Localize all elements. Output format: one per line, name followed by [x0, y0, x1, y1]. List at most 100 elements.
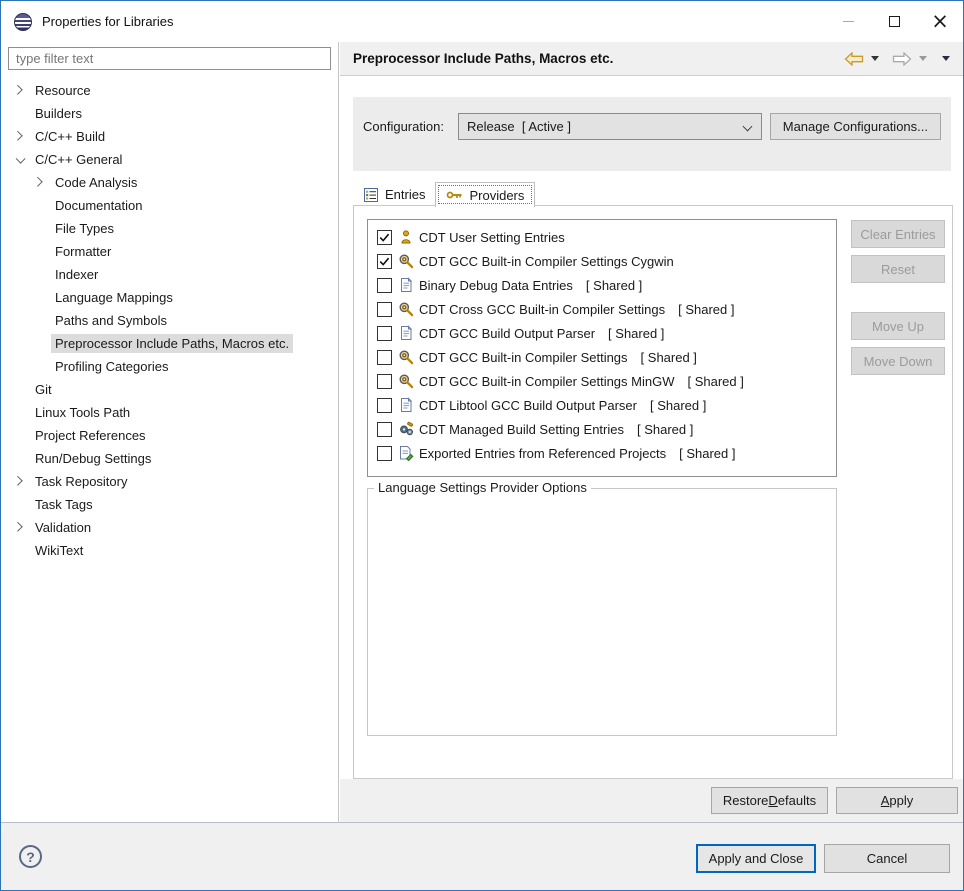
document-icon	[398, 277, 414, 293]
tree-item[interactable]: Git	[1, 378, 337, 401]
checkbox-unchecked-icon[interactable]	[377, 445, 392, 461]
tree-item[interactable]: WikiText	[1, 539, 337, 562]
tab-entries-label: Entries	[385, 187, 426, 202]
shared-badge: [ Shared ]	[687, 373, 744, 389]
restore-defaults-button[interactable]: Restore Defaults	[711, 787, 828, 814]
filter-input[interactable]	[8, 47, 331, 70]
forward-history-dropdown-icon[interactable]	[919, 56, 927, 61]
provider-row[interactable]: CDT Libtool GCC Build Output Parser [ Sha…	[368, 393, 836, 417]
provider-label: CDT GCC Build Output Parser	[419, 325, 596, 341]
providers-tab-pane: CDT User Setting Entries CDT GCC Built-in…	[353, 205, 953, 779]
provider-row[interactable]: Binary Debug Data Entries [ Shared ]	[368, 273, 836, 297]
provider-row[interactable]: CDT GCC Built-in Compiler Settings MinGW…	[368, 369, 836, 393]
provider-label: Exported Entries from Referenced Project…	[419, 445, 667, 461]
minimize-icon	[842, 21, 854, 22]
provider-row[interactable]: CDT Managed Build Setting Entries [ Share…	[368, 417, 836, 441]
tab-providers[interactable]: Providers	[435, 182, 536, 207]
checkbox-unchecked-icon[interactable]	[377, 421, 392, 437]
shared-badge: [ Shared ]	[678, 301, 735, 317]
chevron-right-icon[interactable]	[12, 130, 23, 141]
tree-item[interactable]: Task Repository	[1, 470, 337, 493]
tree-item[interactable]: Documentation	[1, 194, 337, 217]
tree-item[interactable]: File Types	[1, 217, 337, 240]
checkbox-unchecked-icon[interactable]	[377, 397, 392, 413]
tab-entries[interactable]: Entries	[353, 183, 435, 206]
apply-and-close-button[interactable]: Apply and Close	[696, 844, 816, 873]
tree-item[interactable]: Task Tags	[1, 493, 337, 516]
close-icon: ×	[931, 9, 949, 33]
tree-item[interactable]: C/C++ Build	[1, 125, 337, 148]
magnifier-icon	[398, 253, 414, 269]
shared-badge: [ Shared ]	[608, 325, 665, 341]
tree-item-label: Resource	[35, 83, 91, 98]
tree-item[interactable]: Profiling Categories	[1, 355, 337, 378]
tree-item[interactable]: Language Mappings	[1, 286, 337, 309]
tree-item[interactable]: Indexer	[1, 263, 337, 286]
provider-label: CDT Cross GCC Built-in Compiler Settings	[419, 301, 666, 317]
shared-badge: [ Shared ]	[636, 421, 694, 437]
checkbox-checked-icon[interactable]	[377, 229, 392, 245]
chevron-down-icon[interactable]	[15, 153, 26, 164]
provider-row[interactable]: CDT User Setting Entries	[368, 225, 836, 249]
tab-bar: Entries Providers	[353, 182, 536, 207]
dialog-button-bar: ? Apply and Close Cancel	[1, 822, 963, 890]
configuration-combo[interactable]: Release [ Active ]	[457, 113, 762, 140]
move-down-button[interactable]: Move Down	[851, 347, 945, 375]
move-up-button[interactable]: Move Up	[851, 312, 945, 340]
user-icon	[398, 229, 414, 245]
provider-row[interactable]: Exported Entries from Referenced Project…	[368, 441, 836, 465]
tree-expander	[12, 521, 31, 532]
magnifier-icon	[398, 349, 414, 365]
checkbox-unchecked-icon[interactable]	[377, 373, 392, 389]
tree-item[interactable]: Preprocessor Include Paths, Macros etc.	[1, 332, 337, 355]
clear-entries-button[interactable]: Clear Entries	[851, 220, 945, 248]
chevron-right-icon[interactable]	[12, 475, 23, 486]
provider-label: CDT GCC Built-in Compiler Settings	[419, 349, 628, 365]
tree-item[interactable]: Run/Debug Settings	[1, 447, 337, 470]
help-button[interactable]: ?	[19, 845, 42, 868]
provider-row[interactable]: CDT Cross GCC Built-in Compiler Settings…	[368, 297, 836, 321]
chevron-right-icon[interactable]	[12, 521, 23, 532]
tree-item[interactable]: Paths and Symbols	[1, 309, 337, 332]
tree-item[interactable]: Validation	[1, 516, 337, 539]
cancel-button[interactable]: Cancel	[824, 844, 950, 873]
reset-button[interactable]: Reset	[851, 255, 945, 283]
tree-item[interactable]: Linux Tools Path	[1, 401, 337, 424]
tree-item[interactable]: Code Analysis	[1, 171, 337, 194]
close-button[interactable]: ×	[917, 1, 963, 42]
back-button[interactable]	[844, 51, 864, 66]
minimize-button[interactable]	[825, 1, 871, 42]
view-menu-icon[interactable]	[942, 56, 950, 61]
tree-item-label: Documentation	[55, 198, 143, 213]
checkbox-checked-icon[interactable]	[377, 253, 392, 269]
key-icon	[446, 188, 463, 202]
tree-expander	[32, 176, 51, 187]
tree-item[interactable]: Project References	[1, 424, 337, 447]
chevron-right-icon[interactable]	[12, 84, 23, 95]
tree-item[interactable]: Formatter	[1, 240, 337, 263]
chevron-right-icon[interactable]	[32, 176, 43, 187]
tree-item-label: Profiling Categories	[55, 359, 169, 374]
tree-item[interactable]: C/C++ General	[1, 148, 337, 171]
provider-row[interactable]: CDT GCC Build Output Parser [ Shared ]	[368, 321, 836, 345]
tree-item-label: Linux Tools Path	[35, 405, 131, 420]
configuration-label: Configuration:	[363, 119, 444, 134]
manage-configurations-button[interactable]: Manage Configurations...	[769, 113, 941, 140]
forward-button[interactable]	[892, 51, 912, 66]
window-title: Properties for Libraries	[42, 14, 174, 29]
tree-item[interactable]: Builders	[1, 102, 337, 125]
checkbox-unchecked-icon[interactable]	[377, 325, 392, 341]
apply-button[interactable]: Apply	[836, 787, 958, 814]
tree-item[interactable]: Resource	[1, 79, 337, 102]
tree-item-label: Language Mappings	[55, 290, 173, 305]
checkbox-unchecked-icon[interactable]	[377, 349, 392, 365]
back-history-dropdown-icon[interactable]	[871, 56, 879, 61]
maximize-button[interactable]	[871, 1, 917, 42]
provider-row[interactable]: CDT GCC Built-in Compiler Settings Cygwi…	[368, 249, 836, 273]
checkbox-unchecked-icon[interactable]	[377, 301, 392, 317]
tree-item-label: Task Repository	[35, 474, 128, 489]
checkbox-unchecked-icon[interactable]	[377, 277, 392, 293]
left-panel: Resource Builders C/C++ Build C/C++ General…	[1, 42, 339, 822]
provider-row[interactable]: CDT GCC Built-in Compiler Settings [ Shar…	[368, 345, 836, 369]
document-icon	[398, 397, 414, 413]
